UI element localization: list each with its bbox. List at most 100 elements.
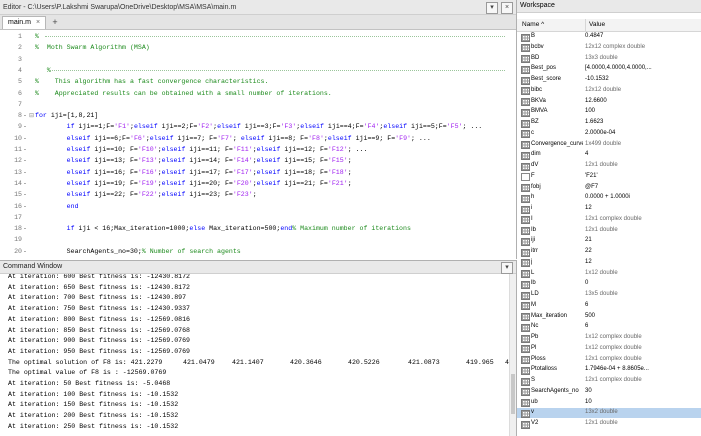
workspace-row[interactable]: ub 10 [517, 398, 701, 407]
workspace-row[interactable]: LD 13x5 double [517, 290, 701, 300]
editor-close-icon[interactable]: × [501, 2, 513, 14]
workspace-row[interactable]: itrr 22 [517, 247, 701, 257]
code-line[interactable]: 16- end [0, 202, 516, 212]
workspace-row[interactable]: F 'F21' [517, 172, 701, 182]
variable-value: 6 [585, 323, 589, 330]
variable-value: 12x1 complex double [585, 377, 642, 383]
tab-close-icon[interactable]: × [36, 17, 40, 29]
code-line[interactable]: 20- SearchAgents_no=30;% Number of searc… [0, 247, 516, 257]
variable-name: Ib [531, 226, 537, 233]
line-number: 5 [18, 78, 22, 86]
workspace-col-value[interactable]: Value [585, 19, 605, 31]
workspace-row[interactable]: M6 [517, 301, 701, 311]
workspace-row[interactable]: dV 12x1 double [517, 161, 701, 171]
workspace-row[interactable]: Max_iteration 500 [517, 312, 701, 321]
workspace-row[interactable]: iji 21 [517, 236, 701, 246]
code-line[interactable]: 8- ⊟ for iji=[1,8,21] [0, 111, 516, 121]
workspace-row[interactable]: Best_score -10.1532 [517, 75, 701, 85]
code-line[interactable]: 15- elseif iji==22; F='F22';elseif iji==… [0, 190, 516, 200]
workspace-row[interactable]: dim 4 [517, 150, 701, 160]
workspace-row[interactable]: I 12x1 complex double [517, 215, 701, 225]
workspace-row[interactable]: h 0.0000 + 1.0000i [517, 193, 701, 203]
workspace-row[interactable]: bcbv 12x12 complex double [517, 43, 701, 53]
workspace-row[interactable]: Convergence_curve 1x499 double [517, 140, 701, 149]
variable-name: LD [531, 291, 539, 297]
variable-value: 'F21' [585, 172, 598, 179]
matrix-variable-icon [521, 356, 530, 364]
code-line[interactable]: 11- elseif iji==10; F='F10';elseif iji==… [0, 145, 516, 155]
code-line[interactable]: 12- elseif iji==13; F='F13';elseif iji==… [0, 156, 516, 166]
command-output-line: At iteration: 650 Best fitness is: -1243… [8, 283, 191, 291]
variable-name: SearchAgents_no [531, 387, 579, 394]
code-line[interactable]: 19 [0, 235, 516, 245]
command-window-title: Command Window [3, 263, 63, 270]
workspace-row[interactable]: j 12 [517, 258, 701, 268]
workspace-row[interactable]: Best_pos [4.0000,4.0000,4.0000,... [517, 64, 701, 74]
code-line[interactable]: 5 % This algorithm has a fast convergence… [0, 77, 516, 87]
workspace-row[interactable]: S 12x1 complex double [517, 376, 701, 386]
variable-name: Pl [531, 344, 537, 351]
tab-main-m[interactable]: main.m × [2, 16, 47, 29]
code-line[interactable]: 14- elseif iji==19; F='F19';elseif iji==… [0, 179, 516, 189]
editor-title-bar: Editor - C:\Users\P.Lakshmi Swarupa\OneD… [0, 0, 516, 15]
matrix-variable-icon [521, 248, 530, 257]
workspace-col-name[interactable]: Name ^ [522, 19, 544, 31]
code-text: % This algorithm has a fast convergence … [35, 78, 269, 86]
workspace-row[interactable]: L 1x12 double [517, 269, 701, 278]
new-tab-button[interactable]: + [49, 17, 61, 29]
code-line[interactable]: 9- if iji==1;F='F1';elseif iji==2;F='F2'… [0, 122, 516, 132]
workspace-row[interactable]: Ib 12x1 double [517, 226, 701, 235]
code-text: SearchAgents_no=30;% Number of search ag… [35, 247, 241, 255]
workspace-row[interactable]: V2 12x1 double [517, 419, 701, 429]
line-number: 18 [14, 225, 22, 233]
code-line[interactable]: 18- if iji < 16;Max_iteration=1000;else … [0, 224, 516, 234]
command-output-line: At iteration: 950 Best fitness is: -1256… [8, 347, 191, 355]
code-line[interactable]: 17 [0, 213, 516, 223]
code-line[interactable]: 1% [0, 32, 516, 42]
workspace-row[interactable]: Pl 1x12 complex double [517, 344, 701, 354]
code-text: for iji=[1,8,21] [35, 112, 99, 120]
code-line[interactable]: 13- elseif iji==16; F='F16';elseif iji==… [0, 168, 516, 178]
code-line[interactable]: 2 % Moth Swarm Algorithm (MSA) [0, 43, 516, 53]
variable-name: iji [531, 237, 535, 244]
editor-undock-icon[interactable]: ▾ [486, 2, 498, 14]
variable-value: 12x1 complex double [585, 355, 642, 362]
variable-name: Best_pos [531, 65, 557, 72]
solution-value: 421.0479 [183, 358, 215, 366]
variable-name: F [531, 172, 535, 179]
workspace-row[interactable]: Nc 6 [517, 322, 701, 332]
workspace-row[interactable]: bibc 12x12 double [517, 86, 701, 96]
code-line[interactable]: 3 [0, 55, 516, 65]
solution-value: 421.1407 [232, 358, 264, 366]
line-number: 16 [14, 202, 22, 210]
matrix-variable-icon [521, 388, 530, 397]
scrollbar-thumb[interactable] [511, 374, 515, 414]
workspace-row[interactable]: Ploss 12x1 complex double [517, 355, 701, 364]
matrix-variable-icon [521, 205, 530, 214]
workspace-row[interactable]: B 0.4847 [517, 32, 701, 42]
matrix-variable-icon [521, 151, 530, 160]
code-line[interactable]: 10- elseif iji==6;F='F6';elseif iji==7; … [0, 134, 516, 144]
code-line[interactable]: 7 [0, 100, 516, 110]
workspace-row[interactable]: fobj @F7 [517, 183, 701, 192]
code-line[interactable]: 4 % [0, 66, 516, 76]
workspace-row[interactable]: BMVA 100 [517, 107, 701, 117]
code-line[interactable]: 6 % Appreciated results can be obtained w… [0, 89, 516, 99]
workspace-row[interactable]: BD 13x3 double [517, 54, 701, 63]
workspace-row[interactable]: c 2.0000e-04 [517, 129, 701, 139]
workspace-row[interactable]: Ptotalloss 1.7946e-04 + 8.8605e... [517, 365, 701, 375]
workspace-row[interactable]: v 13x2 double [517, 408, 701, 418]
workspace-row[interactable]: BZ 1.6623 [517, 118, 701, 128]
command-window-menu-icon[interactable]: ▾ [501, 262, 513, 274]
workspace-row[interactable]: lb 0 [517, 279, 701, 289]
variable-name: j [531, 258, 533, 265]
workspace-row[interactable]: SearchAgents_no 30 [517, 387, 701, 397]
variable-name: h [531, 194, 535, 201]
code-area[interactable]: 1% 2 % Moth Swarm Algorithm (MSA) 3 4 % 5 % Th… [0, 29, 516, 259]
workspace-row[interactable]: BKVa 12.6600 [517, 97, 701, 106]
workspace-row[interactable]: Pb 1x12 complex double [517, 333, 701, 343]
command-window-scrollbar[interactable] [509, 274, 516, 436]
workspace-row[interactable]: i 12 [517, 204, 701, 214]
command-window-output[interactable]: At iteration: 600 Best fitness is: -1243… [0, 274, 510, 436]
solution-value: 419.965 [466, 358, 494, 366]
